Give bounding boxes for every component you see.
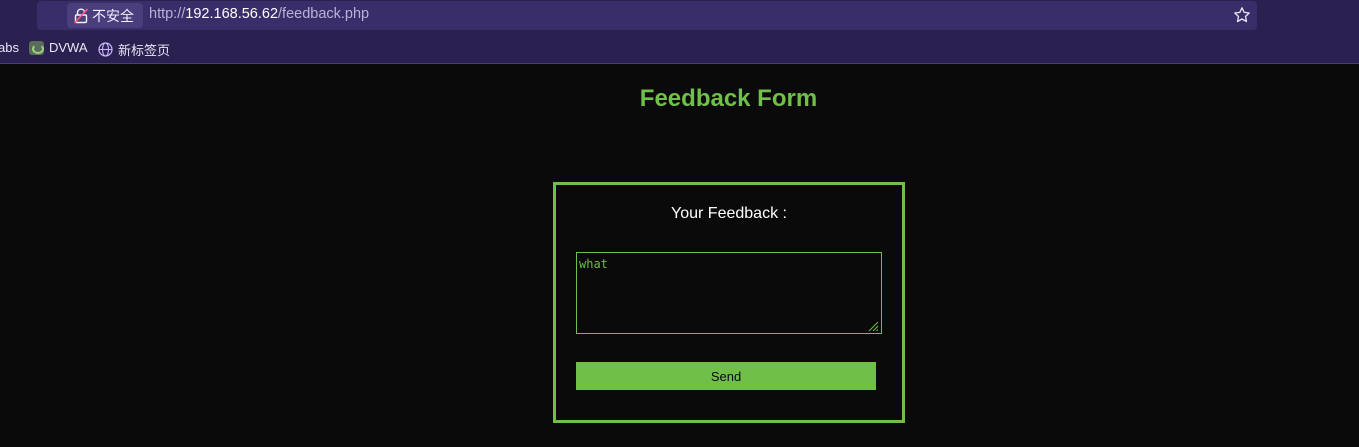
bookmark-label: DVWA (49, 40, 88, 55)
url-path: /feedback.php (278, 6, 370, 22)
bookmarks-bar: abs DVWA 新标签页 (0, 38, 1359, 60)
security-indicator[interactable]: 不安全 (67, 3, 143, 28)
bookmark-item-dvwa[interactable]: DVWA (29, 40, 88, 55)
feedback-form: Your Feedback : what Send (553, 182, 905, 423)
bookmark-star-icon[interactable] (1233, 6, 1251, 24)
url-host: 192.168.56.62 (185, 6, 279, 22)
url-text[interactable]: http://192.168.56.62/feedback.php (149, 6, 369, 22)
page-title: Feedback Form (639, 85, 818, 112)
url-scheme: http:// (149, 6, 186, 22)
globe-icon (98, 42, 113, 57)
bookmark-label: abs (0, 40, 19, 55)
bookmark-label: 新标签页 (118, 43, 171, 58)
insecure-lock-icon (74, 7, 88, 24)
browser-toolbar: 不安全 http://192.168.56.62/feedback.php ab… (0, 0, 1359, 64)
bookmark-item-new-tab[interactable]: 新标签页 (98, 40, 170, 59)
send-button[interactable]: Send (576, 362, 876, 390)
bookmark-item[interactable]: abs (0, 40, 19, 55)
dvwa-icon (29, 40, 44, 55)
security-label: 不安全 (92, 7, 134, 24)
feedback-textarea[interactable]: what (576, 252, 882, 334)
feedback-label: Your Feedback : (671, 205, 787, 222)
